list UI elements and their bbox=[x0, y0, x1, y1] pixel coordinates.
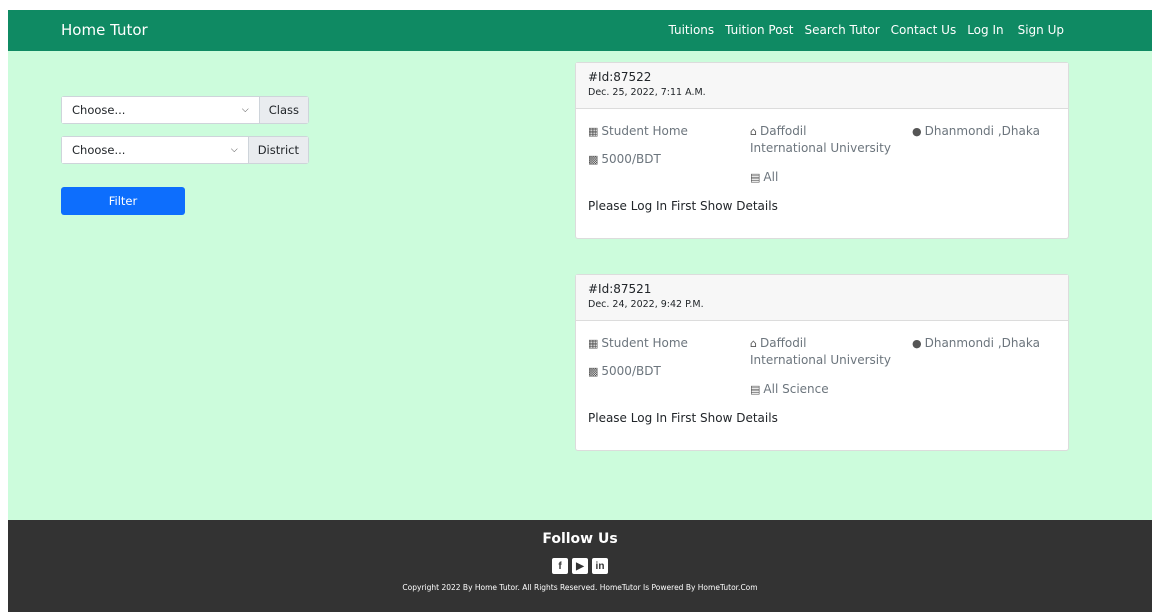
tuition-post-card: #Id:87522 Dec. 25, 2022, 7:11 A.M. ▦ Stud… bbox=[575, 62, 1069, 239]
institution-line1: Daffodil bbox=[759, 124, 807, 138]
salary-field: ▩ 5000/BDT bbox=[588, 151, 661, 168]
nav-link-tuition-post[interactable]: Tuition Post bbox=[725, 23, 793, 37]
brand-logo-text[interactable]: Home Tutor bbox=[61, 21, 148, 39]
class-select-group: Choose... ⌵ Class bbox=[61, 96, 309, 124]
district-select[interactable]: Choose... ⌵ bbox=[62, 137, 248, 163]
district-select-group: Choose... ⌵ District bbox=[61, 136, 309, 164]
follow-us-title: Follow Us bbox=[542, 531, 618, 547]
book-icon: ▤ bbox=[750, 171, 761, 184]
post-date: Dec. 24, 2022, 9:42 P.M. bbox=[588, 299, 704, 310]
medium-field: ▦ Student Home bbox=[588, 123, 688, 140]
post-id: #Id:87522 bbox=[588, 70, 652, 84]
location-text: Dhanmondi ,Dhaka bbox=[924, 336, 1040, 350]
salary-text: 5000/BDT bbox=[601, 364, 661, 378]
youtube-icon[interactable]: ▶ bbox=[572, 558, 588, 574]
login-prompt[interactable]: Please Log In First Show Details bbox=[588, 411, 778, 425]
institution-field: ⌂ Daffodil International University bbox=[750, 123, 891, 157]
post-id: #Id:87521 bbox=[588, 282, 652, 296]
medium-text: Student Home bbox=[601, 336, 688, 350]
filter-button[interactable]: Filter bbox=[61, 187, 185, 215]
location-text: Dhanmondi ,Dhaka bbox=[924, 124, 1040, 138]
social-links: f ▶ in bbox=[8, 558, 1152, 574]
location-field: ● Dhanmondi ,Dhaka bbox=[912, 335, 1040, 352]
home-icon: ▦ bbox=[588, 337, 599, 350]
map-marker-icon: ● bbox=[912, 337, 922, 350]
salary-field: ▩ 5000/BDT bbox=[588, 363, 661, 380]
subject-field: ▤ All Science bbox=[750, 381, 829, 398]
footer: Follow Us f ▶ in Copyright 2022 By Home … bbox=[8, 520, 1152, 612]
medium-field: ▦ Student Home bbox=[588, 335, 688, 352]
nav-links: Tuitions Tuition Post Search Tutor Conta… bbox=[657, 23, 1064, 37]
book-icon: ▤ bbox=[750, 383, 761, 396]
class-select-value: Choose... bbox=[72, 103, 126, 117]
linkedin-icon[interactable]: in bbox=[592, 558, 608, 574]
page-frame: Home Tutor Tuitions Tuition Post Search … bbox=[8, 10, 1152, 612]
institution-icon: ⌂ bbox=[750, 125, 757, 138]
nav-link-sign-up[interactable]: Sign Up bbox=[1018, 23, 1064, 37]
card-header: #Id:87522 Dec. 25, 2022, 7:11 A.M. bbox=[576, 63, 1068, 109]
district-select-label: District bbox=[247, 137, 308, 163]
login-prompt[interactable]: Please Log In First Show Details bbox=[588, 199, 778, 213]
institution-line1: Daffodil bbox=[759, 336, 807, 350]
institution-line2: International University bbox=[750, 353, 891, 367]
copyright-text: Copyright 2022 By Home Tutor. All Rights… bbox=[402, 583, 758, 592]
medium-text: Student Home bbox=[601, 124, 688, 138]
class-select[interactable]: Choose... ⌵ bbox=[62, 97, 259, 123]
institution-line2: International University bbox=[750, 141, 891, 155]
facebook-icon[interactable]: f bbox=[552, 558, 568, 574]
nav-link-log-in[interactable]: Log In bbox=[967, 23, 1003, 37]
home-icon: ▦ bbox=[588, 125, 599, 138]
card-header: #Id:87521 Dec. 24, 2022, 9:42 P.M. bbox=[576, 275, 1068, 321]
money-icon: ▩ bbox=[588, 153, 599, 166]
class-select-label: Class bbox=[258, 97, 308, 123]
subject-field: ▤ All bbox=[750, 169, 778, 186]
institution-icon: ⌂ bbox=[750, 337, 757, 350]
navbar: Home Tutor Tuitions Tuition Post Search … bbox=[8, 10, 1152, 51]
location-field: ● Dhanmondi ,Dhaka bbox=[912, 123, 1040, 140]
nav-link-search-tutor[interactable]: Search Tutor bbox=[805, 23, 880, 37]
tuition-post-card: #Id:87521 Dec. 24, 2022, 9:42 P.M. ▦ Stud… bbox=[575, 274, 1069, 451]
subject-text: All Science bbox=[763, 382, 829, 396]
nav-link-contact-us[interactable]: Contact Us bbox=[891, 23, 957, 37]
institution-field: ⌂ Daffodil International University bbox=[750, 335, 891, 369]
post-date: Dec. 25, 2022, 7:11 A.M. bbox=[588, 87, 706, 98]
money-icon: ▩ bbox=[588, 365, 599, 378]
subject-text: All bbox=[763, 170, 779, 184]
chevron-down-icon: ⌵ bbox=[241, 105, 249, 115]
chevron-down-icon: ⌵ bbox=[230, 145, 238, 155]
salary-text: 5000/BDT bbox=[601, 152, 661, 166]
nav-link-tuitions[interactable]: Tuitions bbox=[668, 23, 714, 37]
map-marker-icon: ● bbox=[912, 125, 922, 138]
district-select-value: Choose... bbox=[72, 143, 126, 157]
